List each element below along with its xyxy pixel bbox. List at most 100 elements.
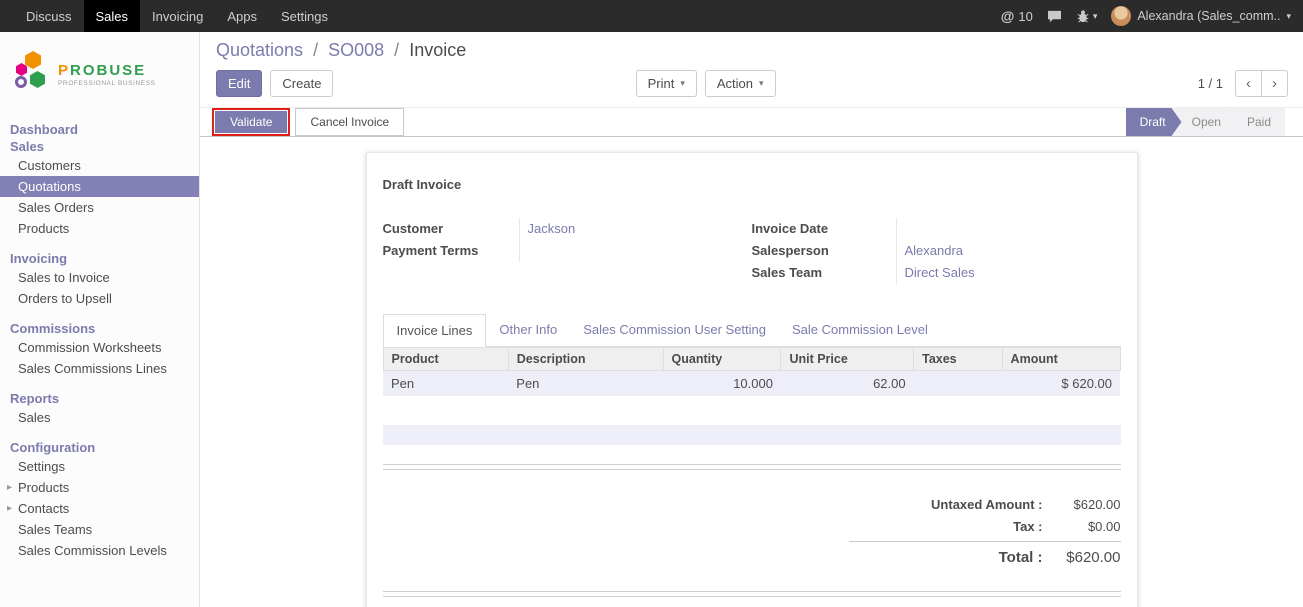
sidebar-item-sales-commissions-lines[interactable]: Sales Commissions Lines — [0, 358, 199, 379]
user-menu[interactable]: Alexandra (Sales_comm.. ▾ — [1111, 6, 1291, 26]
probuse-logo: PROBUSE PROFESSIONAL BUSINESS — [0, 32, 199, 116]
sidebar-item-products[interactable]: Products — [0, 218, 199, 239]
col-product: Product — [383, 348, 508, 371]
nav-item-sales[interactable]: Sales — [84, 0, 141, 32]
sales-team-label: Sales Team — [752, 262, 896, 284]
breadcrumb: Quotations / SO008 / Invoice — [216, 40, 1288, 61]
caret-down-icon: ▾ — [1286, 11, 1291, 22]
tab-invoice-lines[interactable]: Invoice Lines — [383, 314, 487, 347]
sidebar: PROBUSE PROFESSIONAL BUSINESS Dashboard … — [0, 32, 200, 607]
pager-prev-button[interactable]: ‹ — [1235, 70, 1262, 97]
pager-next-button[interactable]: › — [1261, 70, 1288, 97]
notebook-tabs: Invoice Lines Other Info Sales Commissio… — [383, 314, 1121, 347]
sidebar-item-customers[interactable]: Customers — [0, 155, 199, 176]
sidebar-heading-commissions[interactable]: Commissions — [0, 321, 199, 337]
field-groups: Customer Jackson Payment Terms Invoice D… — [383, 218, 1121, 284]
cell-product: Pen — [383, 371, 508, 397]
sidebar-heading-reports[interactable]: Reports — [0, 391, 199, 407]
caret-right-icon: ▸ — [7, 500, 12, 517]
sidebar-heading-sales[interactable]: Sales — [0, 139, 199, 155]
salesperson-label: Salesperson — [752, 240, 896, 262]
probuse-logo-icon — [14, 50, 52, 98]
highlight-box: Validate — [212, 108, 290, 136]
sidebar-item-label: Products — [18, 480, 69, 495]
breadcrumb-separator: / — [394, 40, 399, 60]
status-steps: Draft Open Paid — [1126, 108, 1285, 136]
payment-terms-value — [519, 240, 752, 262]
customer-label: Customer — [383, 218, 519, 240]
customer-value[interactable]: Jackson — [519, 218, 752, 240]
debug-menu[interactable]: ▾ — [1076, 9, 1098, 23]
sidebar-item-sales-teams[interactable]: Sales Teams — [0, 519, 199, 540]
edit-button[interactable]: Edit — [216, 70, 262, 97]
cancel-invoice-button[interactable]: Cancel Invoice — [295, 108, 404, 136]
top-navbar: Discuss Sales Invoicing Apps Settings @ … — [0, 0, 1303, 32]
print-label: Print — [648, 76, 675, 91]
invoice-date-label: Invoice Date — [752, 218, 896, 240]
activity-count: 10 — [1018, 9, 1032, 24]
sidebar-item-config-products[interactable]: ▸ Products — [0, 477, 199, 498]
print-dropdown[interactable]: Print ▾ — [636, 70, 697, 97]
invoice-date-value — [896, 218, 1121, 240]
sidebar-heading-configuration[interactable]: Configuration — [0, 440, 199, 456]
cell-unit-price: 62.00 — [781, 371, 914, 397]
activity-menu[interactable]: @ 10 — [1001, 8, 1033, 24]
caret-down-icon: ▾ — [1093, 11, 1098, 22]
invoice-lines-table: Product Description Quantity Unit Price … — [383, 347, 1121, 396]
nav-item-settings[interactable]: Settings — [269, 0, 340, 32]
col-description: Description — [508, 348, 663, 371]
app-menu: Discuss Sales Invoicing Apps Settings — [0, 0, 340, 32]
cell-description: Pen — [508, 371, 663, 397]
nav-item-apps[interactable]: Apps — [215, 0, 269, 32]
sidebar-item-config-contacts[interactable]: ▸ Contacts — [0, 498, 199, 519]
validate-button[interactable]: Validate — [215, 111, 287, 133]
tab-sale-commission-level[interactable]: Sale Commission Level — [779, 314, 941, 346]
salesperson-value[interactable]: Alexandra — [896, 240, 1121, 262]
bug-icon — [1076, 9, 1090, 23]
magnifier-icon — [15, 76, 27, 88]
sidebar-heading-invoicing[interactable]: Invoicing — [0, 251, 199, 267]
nav-item-invoicing[interactable]: Invoicing — [140, 0, 215, 32]
sidebar-heading-dashboard[interactable]: Dashboard — [0, 122, 199, 138]
tab-sales-commission-user-setting[interactable]: Sales Commission User Setting — [570, 314, 779, 346]
total-value: $620.00 — [1043, 549, 1121, 567]
tab-other-info[interactable]: Other Info — [486, 314, 570, 346]
user-name: Alexandra (Sales_comm.. — [1137, 9, 1280, 23]
sidebar-item-quotations[interactable]: Quotations — [0, 176, 199, 197]
col-quantity: Quantity — [663, 348, 781, 371]
action-dropdown[interactable]: Action ▾ — [705, 70, 776, 97]
col-unit-price: Unit Price — [781, 348, 914, 371]
messages-icon[interactable] — [1047, 10, 1062, 23]
payment-terms-label: Payment Terms — [383, 240, 519, 262]
pager-value: 1 / 1 — [1198, 76, 1223, 91]
empty-stripe — [383, 425, 1121, 445]
separator — [383, 591, 1121, 597]
invoice-line-row[interactable]: Pen Pen 10.000 62.00 $ 620.00 — [383, 371, 1120, 397]
sidebar-item-orders-to-upsell[interactable]: Orders to Upsell — [0, 288, 199, 309]
status-step-draft[interactable]: Draft — [1126, 108, 1182, 136]
invoice-status-title: Draft Invoice — [383, 177, 1121, 192]
totals: Untaxed Amount : $620.00 Tax : $0.00 Tot… — [849, 494, 1121, 569]
field-group-left: Customer Jackson Payment Terms — [383, 218, 752, 284]
sidebar-item-label: Contacts — [18, 501, 69, 516]
caret-right-icon: ▸ — [7, 479, 12, 496]
sidebar-item-sales-to-invoice[interactable]: Sales to Invoice — [0, 267, 199, 288]
cell-amount: $ 620.00 — [1002, 371, 1120, 397]
total-label: Total : — [849, 549, 1043, 567]
sidebar-item-sales-orders[interactable]: Sales Orders — [0, 197, 199, 218]
breadcrumb-quotations[interactable]: Quotations — [216, 40, 303, 60]
breadcrumb-so008[interactable]: SO008 — [328, 40, 384, 60]
control-panel: Quotations / SO008 / Invoice Edit Create… — [200, 32, 1303, 107]
create-button[interactable]: Create — [270, 70, 333, 97]
field-group-right: Invoice Date Salesperson Alexandra Sales… — [752, 218, 1121, 284]
caret-down-icon: ▾ — [759, 78, 764, 89]
sidebar-item-commission-worksheets[interactable]: Commission Worksheets — [0, 337, 199, 358]
sales-team-value[interactable]: Direct Sales — [896, 262, 1121, 284]
cell-quantity: 10.000 — [663, 371, 781, 397]
main-area: Quotations / SO008 / Invoice Edit Create… — [200, 32, 1303, 607]
sidebar-item-settings[interactable]: Settings — [0, 456, 199, 477]
sidebar-item-reports-sales[interactable]: Sales — [0, 407, 199, 428]
tax-value: $0.00 — [1043, 518, 1121, 536]
nav-item-discuss[interactable]: Discuss — [14, 0, 84, 32]
sidebar-item-sales-commission-levels[interactable]: Sales Commission Levels — [0, 540, 199, 561]
